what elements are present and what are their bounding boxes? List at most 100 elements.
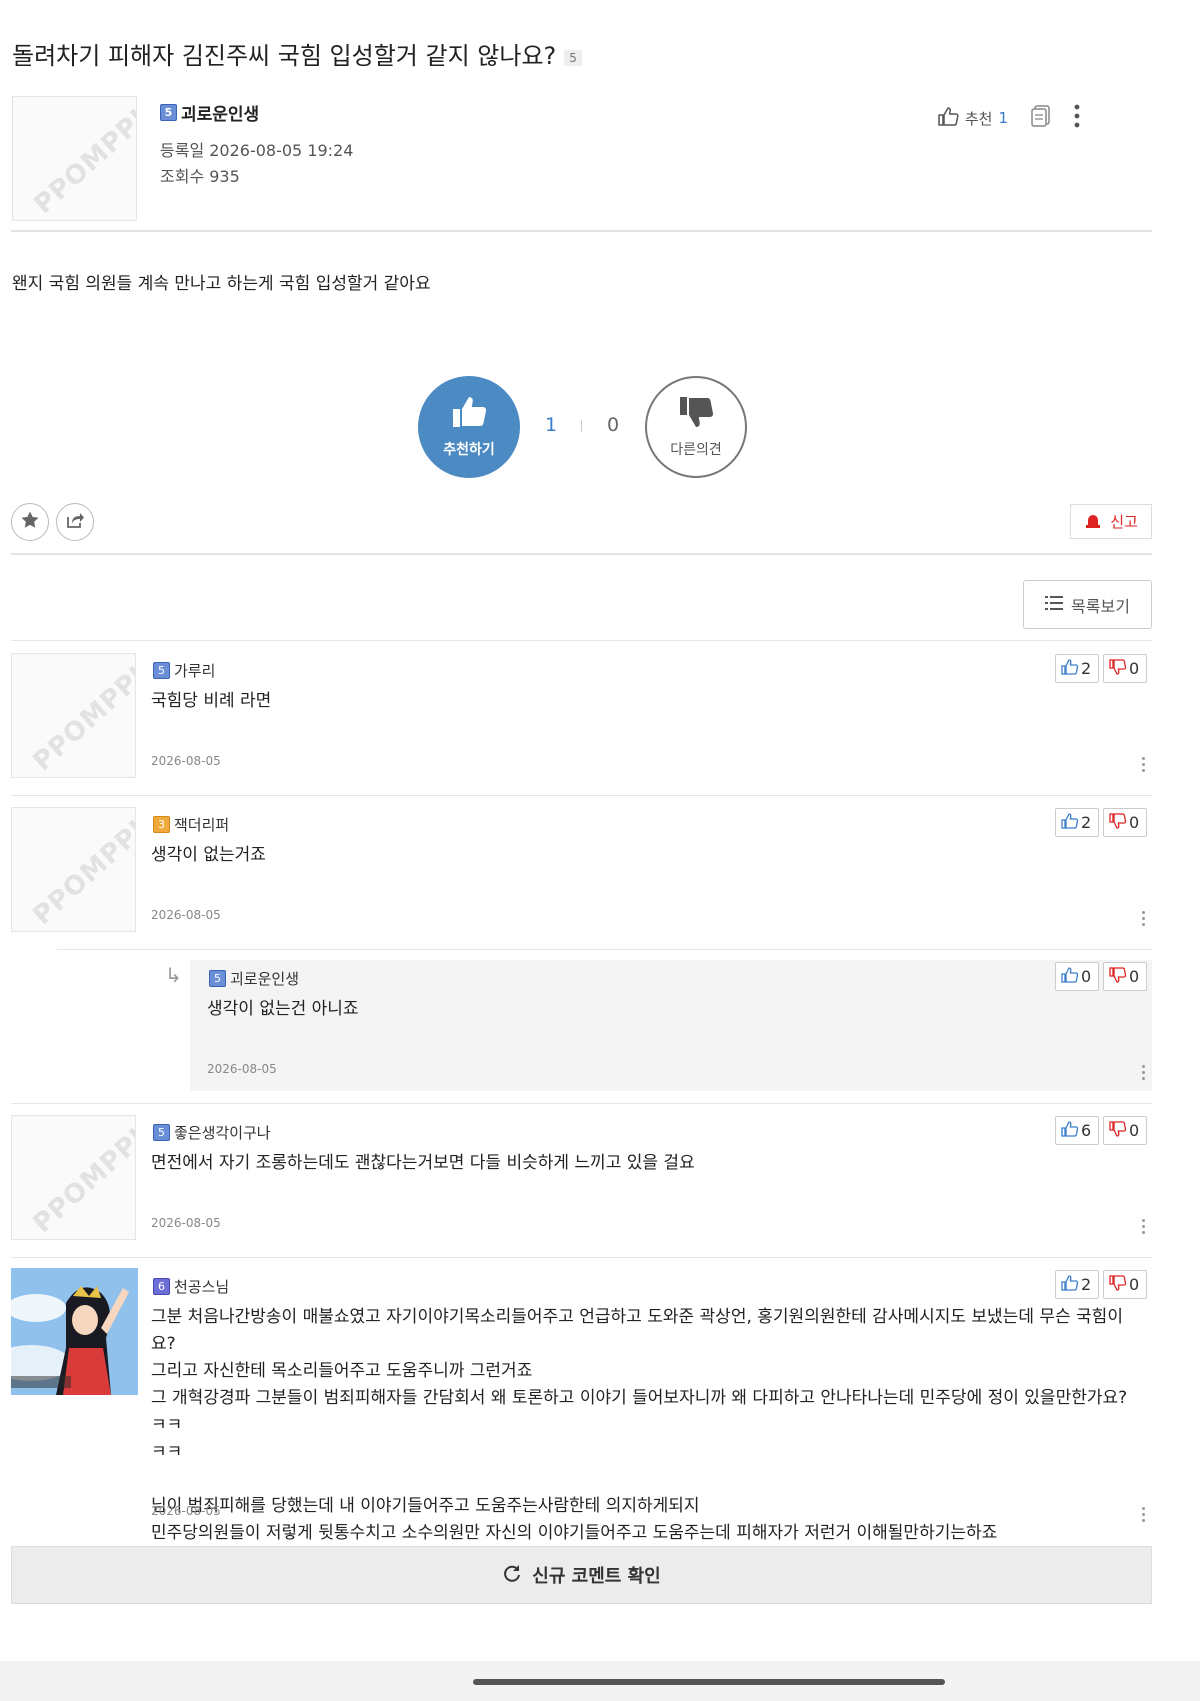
comment-like-button[interactable]: 6 (1055, 1116, 1099, 1145)
comment-like-button[interactable]: 2 (1055, 654, 1099, 683)
comment-dislike-button[interactable]: 0 (1103, 962, 1147, 991)
thumbs-up-icon (1061, 966, 1079, 987)
thumbs-up-icon (451, 395, 487, 433)
comment-dislike-button[interactable]: 0 (1103, 654, 1147, 683)
scrap-button[interactable] (11, 503, 49, 541)
comment-avatar[interactable]: PPOMPPU (11, 653, 136, 778)
avatar-watermark: PPOMPPU (28, 96, 137, 221)
comment-text: 국힘당 비례 라면 (151, 691, 272, 711)
comment-menu-icon[interactable] (1142, 1065, 1146, 1080)
like-count: 2 (1081, 659, 1092, 678)
vote-divider (581, 420, 582, 432)
comment-like-button[interactable]: 0 (1055, 962, 1099, 991)
comment-author-name: 가루리 (174, 662, 216, 680)
reply-arrow-icon: ↳ (165, 963, 182, 987)
reply-author[interactable]: 5 괴로운인생 (209, 968, 299, 989)
reply-date: 2026-08-05 (207, 1062, 277, 1076)
like-count: 6 (1081, 1121, 1092, 1140)
level-badge: 3 (153, 816, 170, 833)
disagree-button-label: 다른의견 (670, 442, 722, 458)
post-body: 왠지 국힘 의원들 계속 만나고 하는게 국힘 입성할거 같아요 (12, 274, 431, 294)
comment-menu-icon[interactable] (1142, 1219, 1146, 1234)
like-count: 2 (1081, 813, 1092, 832)
refresh-comments-label: 신규 코멘트 확인 (532, 1566, 661, 1587)
dislike-count: 0 (1129, 967, 1140, 986)
comment-date: 2026-08-05 (151, 908, 221, 922)
author-name: 괴로운인생 (181, 105, 260, 125)
header-divider (11, 230, 1152, 232)
comment-author[interactable]: 5 가루리 (153, 660, 215, 681)
comment-avatar[interactable]: PPOMPPU (11, 1115, 136, 1240)
thumbs-down-icon (1109, 812, 1127, 833)
reply-container (190, 960, 1152, 1091)
comment-text: 면전에서 자기 조롱하는데도 괜찮다는거보면 다들 비슷하게 느끼고 있을 걸요 (151, 1153, 695, 1173)
comment-date: 2026-08-05 (151, 754, 221, 768)
level-badge: 5 (160, 104, 177, 121)
recommend-label: 추천 (964, 109, 993, 128)
comment-separator (11, 1103, 1152, 1104)
comment-avatar[interactable]: PPOMPPU (11, 807, 136, 932)
comment-text-line: ㅋㅋ (151, 1442, 183, 1462)
comment-separator (11, 795, 1152, 796)
comment-votes: 2 0 (1055, 1270, 1147, 1299)
list-view-button[interactable]: 목록보기 (1023, 580, 1152, 629)
comment-date: 2026-08-05 (151, 1504, 221, 1518)
comment-dislike-button[interactable]: 0 (1103, 808, 1147, 837)
avatar-watermark: PPOMPPU (27, 1115, 136, 1240)
reply-text: 생각이 없는건 아니죠 (207, 999, 359, 1019)
comment-menu-icon[interactable] (1142, 911, 1146, 926)
comment-dislike-button[interactable]: 0 (1103, 1116, 1147, 1145)
author-avatar[interactable]: PPOMPPU (12, 96, 137, 221)
thumbs-down-icon (678, 395, 714, 433)
comment-dislike-button[interactable]: 0 (1103, 1270, 1147, 1299)
comment-text-line: 그분 처음나간방송이 매불쇼였고 자기이야기목소리들어주고 언급하고 도와준 곽… (151, 1307, 1123, 1354)
avatar-watermark: PPOMPPU (27, 653, 136, 778)
comment-like-button[interactable]: 2 (1055, 808, 1099, 837)
comment-text-line: 민주당의원들이 저렇게 뒷통수치고 소수의원만 자신의 이야기들어주고 도움주는… (151, 1523, 998, 1543)
recommend-button[interactable]: 추천하기 (418, 376, 520, 478)
level-badge: 5 (153, 662, 170, 679)
comment-separator (11, 1257, 1152, 1258)
dislike-count: 0 (1129, 1275, 1140, 1294)
comment-author[interactable]: 6 천공스님 (153, 1276, 229, 1297)
disagree-total: 0 (607, 414, 620, 436)
list-icon (1045, 595, 1064, 615)
recommend-total: 1 (545, 414, 558, 436)
comment-text: 생각이 없는거죠 (151, 845, 266, 865)
actions-divider (11, 553, 1152, 555)
post-views: 조회수 935 (160, 167, 240, 186)
siren-icon (1084, 511, 1102, 533)
recommend-summary[interactable]: 추천 1 (937, 106, 1008, 130)
avatar-watermark: PPOMPPU (27, 807, 136, 932)
comment-votes: 6 0 (1055, 1116, 1147, 1145)
post-top-actions: 추천 1 (937, 104, 1080, 132)
comment-author[interactable]: 3 잭더리퍼 (153, 814, 229, 835)
comment-author[interactable]: 5 좋은생각이구나 (153, 1122, 271, 1143)
reply-separator (57, 949, 1152, 950)
recommend-button-label: 추천하기 (443, 442, 495, 458)
level-badge: 5 (153, 1124, 170, 1141)
thumbs-down-icon (1109, 1274, 1127, 1295)
more-menu-icon[interactable] (1074, 104, 1080, 132)
home-indicator[interactable] (473, 1679, 945, 1685)
post-date: 등록일 2026-08-05 19:24 (160, 141, 354, 160)
share-button[interactable] (56, 503, 94, 541)
report-label: 신고 (1110, 513, 1138, 531)
thumbs-down-icon (1109, 658, 1127, 679)
report-button[interactable]: 신고 (1070, 504, 1152, 539)
refresh-icon (502, 1563, 522, 1588)
comment-separator (11, 640, 1152, 641)
copy-icon[interactable] (1030, 104, 1052, 132)
refresh-comments-button[interactable]: 신규 코멘트 확인 (11, 1546, 1152, 1604)
comment-menu-icon[interactable] (1142, 1507, 1146, 1522)
dislike-count: 0 (1129, 813, 1140, 832)
comment-author-name: 천공스님 (174, 1278, 230, 1296)
comment-avatar-photo[interactable] (11, 1268, 138, 1395)
comment-menu-icon[interactable] (1142, 757, 1146, 772)
comment-date: 2026-08-05 (151, 1216, 221, 1230)
comment-count-badge: 5 (564, 49, 582, 66)
thumbs-up-icon (1061, 1274, 1079, 1295)
post-author[interactable]: 5 괴로운인생 (160, 100, 259, 125)
comment-like-button[interactable]: 2 (1055, 1270, 1099, 1299)
disagree-button[interactable]: 다른의견 (645, 376, 747, 478)
